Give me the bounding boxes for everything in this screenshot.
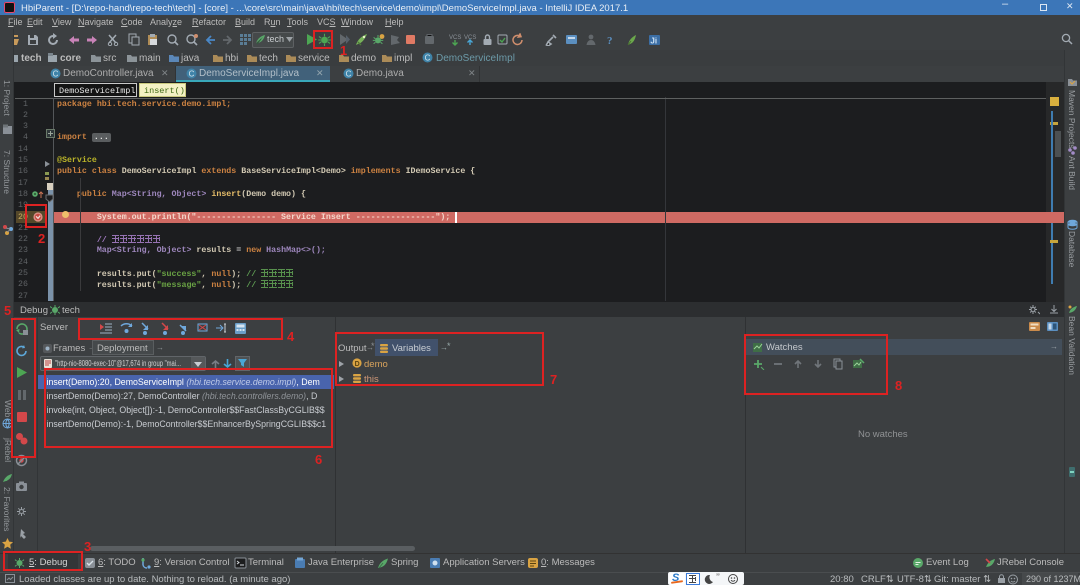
svg-text:C: C [189, 70, 195, 79]
svg-text:C: C [346, 70, 352, 79]
svg-text:Ji: Ji [650, 37, 657, 46]
svg-text:C: C [425, 54, 431, 63]
svg-text:?: ? [607, 35, 613, 46]
svg-text:C: C [53, 70, 59, 79]
